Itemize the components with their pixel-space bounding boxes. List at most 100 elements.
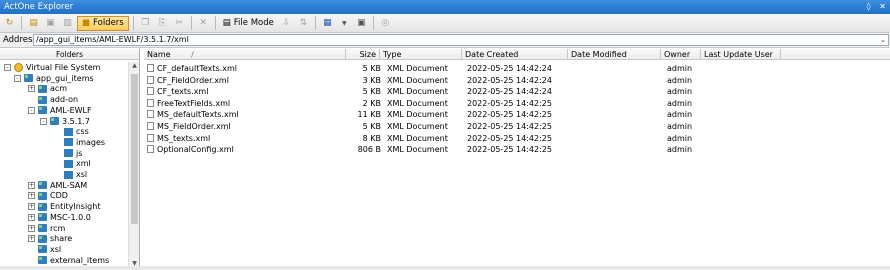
address-value: /app_gui_items/AML-EWLF/3.5.1.7/xml	[36, 35, 189, 44]
file-size: 3 KB	[362, 75, 381, 85]
expand-icon[interactable]: +	[28, 192, 35, 200]
collapse-icon[interactable]: -	[4, 64, 11, 71]
file-name: MS_texts.xml	[147, 133, 347, 145]
tree-node[interactable]: - 3.5.1.7	[40, 116, 90, 127]
tree-node-label: MSC-1.0.0	[50, 212, 91, 222]
tree-node[interactable]: xml	[54, 158, 91, 169]
tree-node-label: add-on	[50, 95, 79, 105]
table-row[interactable]: FreeTextFields.xml 2 KB XML Document 2022-0…	[144, 98, 890, 110]
file-size: 806 B	[357, 145, 381, 155]
table-row[interactable]: MS_defaultTexts.xml 11 KB XML Document 2022…	[144, 109, 890, 121]
toolbar-separator	[314, 16, 316, 30]
column-header-owner[interactable]: Owner	[661, 49, 701, 60]
folder-node-icon	[50, 117, 59, 125]
file-name-label: MS_FieldOrder.xml	[157, 122, 231, 131]
refresh-icon[interactable]: ↻	[2, 16, 17, 31]
collapse-icon[interactable]: -	[28, 106, 35, 114]
properties-icon[interactable]: ▥	[60, 16, 75, 31]
paste-icon[interactable]: ⎘	[155, 16, 170, 31]
tree-node-label: Virtual File System	[26, 63, 101, 72]
copy-icon[interactable]: ❐	[138, 16, 153, 31]
tree-node-label: xsl	[50, 244, 62, 254]
expand-icon[interactable]: +	[28, 235, 35, 243]
file-date-created: 2022-05-25 14:42:25	[467, 110, 552, 120]
file-mode-button[interactable]: ▤ File Mode	[220, 16, 277, 31]
sort-icon: /	[191, 50, 194, 59]
upload-icon[interactable]: ▣	[43, 16, 58, 31]
column-header-date-created[interactable]: Date Created	[462, 49, 568, 60]
folders-pane: Folders - Virtual File System - app_gui_ite…	[0, 49, 140, 270]
folders-scrollbar[interactable]: ▲ ▼	[128, 62, 139, 270]
address-input[interactable]: /app_gui_items/AML-EWLF/3.5.1.7/xml ⌄	[33, 34, 889, 46]
file-name-label: CF_texts.xml	[157, 87, 209, 97]
tree-node[interactable]: css	[54, 126, 89, 137]
tree-node[interactable]: + share	[28, 233, 72, 244]
file-owner: admin	[667, 64, 693, 73]
new-folder-icon[interactable]: ▤	[26, 16, 41, 31]
file-name: MS_FieldOrder.xml	[147, 121, 347, 133]
window-title: ActOne Explorer	[4, 2, 74, 12]
tree-node[interactable]: + rcm	[28, 223, 65, 234]
collapse-icon[interactable]: -	[14, 74, 21, 82]
tree-node-label: external_items	[50, 255, 110, 265]
file-size: 2 KB	[362, 98, 381, 108]
file-owner: admin	[667, 122, 693, 131]
column-header-date-modified[interactable]: Date Modified	[568, 49, 661, 60]
tree-node[interactable]: + acm	[28, 83, 67, 94]
folders-button-label: Folders	[93, 18, 124, 28]
scroll-up-icon[interactable]: ▲	[129, 62, 139, 72]
tree-node-label: AML-SAM	[50, 180, 88, 190]
pin-icon[interactable]: ◊	[867, 2, 871, 11]
folders-button[interactable]: ■ Folders	[77, 15, 129, 31]
tree-node[interactable]: + EntityInsight	[28, 201, 100, 212]
download-icon[interactable]: ⇩	[279, 16, 294, 31]
table-row[interactable]: CF_texts.xml 5 KB XML Document 2022-05-25 1…	[144, 86, 890, 98]
view-dropdown-icon[interactable]: ▼	[337, 16, 352, 31]
tree-node-label: js	[76, 148, 83, 158]
tree-node[interactable]: images	[54, 137, 105, 148]
tree-node[interactable]: js	[54, 148, 82, 159]
table-row[interactable]: CF_defaultTexts.xml 5 KB XML Document 2022-…	[144, 63, 890, 75]
column-header-last-update-user[interactable]: Last Update User	[701, 49, 781, 60]
help-icon[interactable]: ◎	[378, 16, 393, 31]
collapse-icon[interactable]: -	[40, 117, 47, 125]
tree-node[interactable]: - AML-EWLF	[28, 105, 92, 116]
view-mode-icon[interactable]: ▦	[320, 16, 335, 31]
sync-icon[interactable]: ⇅	[296, 16, 311, 31]
file-icon	[147, 133, 154, 142]
chevron-down-icon[interactable]: ⌄	[880, 35, 886, 45]
tree-node[interactable]: - Virtual File System	[4, 62, 100, 73]
tree-node[interactable]: xsl	[28, 244, 61, 255]
settings-icon[interactable]: ▣	[354, 16, 369, 31]
cut-icon[interactable]: ✂	[172, 16, 187, 31]
table-row[interactable]: MS_FieldOrder.xml 5 KB XML Document 2022-05…	[144, 121, 890, 133]
scrollbar-thumb[interactable]	[131, 74, 138, 224]
expand-icon[interactable]: +	[28, 181, 35, 189]
close-icon[interactable]: ✕	[879, 2, 886, 11]
file-date-created: 2022-05-25 14:42:24	[467, 87, 552, 97]
tree-node[interactable]: + CDD	[28, 190, 68, 201]
file-icon	[147, 64, 154, 72]
table-row[interactable]: OptionalConfig.xml 806 B XML Document 2022-…	[144, 144, 890, 156]
file-name: CF_FieldOrder.xml	[147, 75, 347, 87]
tree-node[interactable]: add-on	[28, 94, 78, 105]
delete-icon[interactable]: ✕	[196, 16, 211, 31]
file-size: 5 KB	[362, 122, 381, 131]
table-row[interactable]: MS_texts.xml 8 KB XML Document 2022-05-25 1…	[144, 133, 890, 145]
expand-icon[interactable]: +	[28, 213, 35, 221]
expand-icon[interactable]: +	[28, 203, 35, 211]
folder-node-icon	[38, 106, 47, 115]
tree-node[interactable]: external_items	[28, 255, 109, 266]
tree-node[interactable]: + AML-SAM	[28, 180, 87, 191]
tree-node[interactable]: + MSC-1.0.0	[28, 212, 91, 223]
tree-node[interactable]: - app_gui_items	[14, 73, 94, 84]
column-header-type[interactable]: Type	[380, 49, 462, 60]
column-header-size[interactable]: Size	[346, 49, 380, 60]
table-row[interactable]: CF_FieldOrder.xml 3 KB XML Document 2022-05…	[144, 75, 890, 87]
column-header-name[interactable]: Name /	[144, 49, 346, 60]
expand-icon[interactable]: +	[28, 224, 35, 232]
file-icon	[147, 98, 154, 107]
title-bar: ActOne Explorer ◊ ✕	[0, 0, 890, 14]
expand-icon[interactable]: +	[28, 85, 35, 93]
tree-node[interactable]: xsl	[54, 169, 87, 180]
